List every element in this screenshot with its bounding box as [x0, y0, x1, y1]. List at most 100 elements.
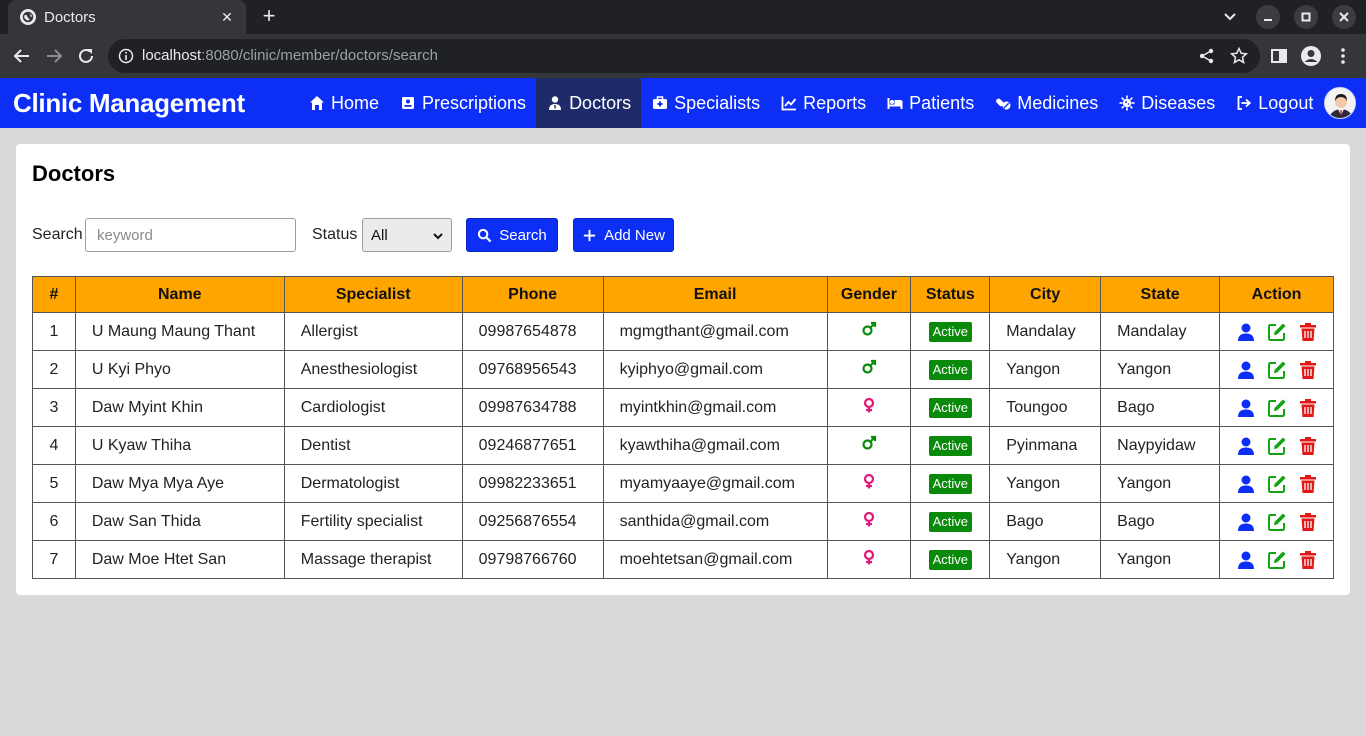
- edit-icon[interactable]: [1267, 550, 1287, 570]
- col-header-city: City: [989, 276, 1102, 313]
- new-tab-button[interactable]: +: [258, 5, 280, 28]
- nav-item-prescriptions[interactable]: Prescriptions: [389, 78, 536, 128]
- status-select[interactable]: All: [362, 218, 452, 252]
- table-row: 2U Kyi Phyo Anesthesiologist 09768956543 ky…: [32, 350, 1334, 389]
- cell-state: Bago: [1100, 502, 1221, 541]
- view-user-icon[interactable]: [1236, 398, 1256, 418]
- address-bar[interactable]: localhost:8080/clinic/member/doctors/sea…: [108, 39, 1260, 73]
- col-header-state: State: [1100, 276, 1221, 313]
- nav-item-specialists[interactable]: Specialists: [641, 78, 770, 128]
- nav-item-logout[interactable]: Logout: [1225, 78, 1323, 128]
- view-user-icon[interactable]: [1236, 474, 1256, 494]
- cell-email: kyiphyo@gmail.com: [602, 350, 828, 389]
- reload-icon[interactable]: [74, 44, 98, 68]
- cell-phone: 09256876554: [461, 502, 604, 541]
- status-badge: Active: [928, 549, 972, 570]
- view-user-icon[interactable]: [1236, 322, 1256, 342]
- site-info-icon[interactable]: [118, 48, 134, 64]
- edit-icon[interactable]: [1267, 398, 1287, 418]
- nav-item-label: Prescriptions: [422, 92, 527, 113]
- nav-item-patients[interactable]: Patients: [876, 78, 984, 128]
- delete-trash-icon[interactable]: [1298, 398, 1318, 418]
- cell-specialist: Anesthesiologist: [283, 350, 463, 389]
- minimize-button[interactable]: [1256, 5, 1280, 29]
- share-icon[interactable]: [1198, 47, 1216, 65]
- col-header-status: Status: [910, 276, 991, 313]
- delete-trash-icon[interactable]: [1298, 512, 1318, 532]
- nav-item-medicines[interactable]: Medicines: [984, 78, 1108, 128]
- browser-tabstrip: Doctors ✕ +: [0, 0, 1366, 34]
- cell-phone: 09798766760: [461, 540, 604, 579]
- nav-item-label: Doctors: [569, 92, 632, 113]
- nav-item-home[interactable]: Home: [298, 78, 389, 128]
- col-header-phone: Phone: [461, 276, 604, 313]
- female-icon: [861, 473, 877, 489]
- edit-icon[interactable]: [1267, 474, 1287, 494]
- cell-city: Yangon: [989, 540, 1102, 579]
- delete-trash-icon[interactable]: [1298, 550, 1318, 570]
- edit-icon[interactable]: [1267, 360, 1287, 380]
- doctor-icon: [546, 95, 563, 112]
- close-tab-icon[interactable]: ✕: [218, 9, 236, 26]
- cell-specialist: Fertility specialist: [283, 502, 463, 541]
- cell-status: Active: [910, 426, 991, 465]
- back-arrow-icon[interactable]: [10, 44, 34, 68]
- view-user-icon[interactable]: [1236, 550, 1256, 570]
- menu-kebab-icon[interactable]: [1332, 45, 1354, 67]
- side-panel-icon[interactable]: [1268, 45, 1290, 67]
- delete-trash-icon[interactable]: [1298, 436, 1318, 456]
- bed-icon: [886, 95, 903, 112]
- table-row: 7 Daw Moe Htet San Massage therapist 097987…: [32, 540, 1334, 579]
- status-selected-value: All: [371, 226, 388, 244]
- cell-city: Bago: [989, 502, 1102, 541]
- table-row: 1U Maung Maung Thant Allergist 09987654878…: [32, 312, 1334, 351]
- add-new-button[interactable]: Add New: [573, 218, 674, 252]
- table-row: 5 Daw Mya Mya Aye Dermatologist 09982233651…: [32, 464, 1334, 503]
- edit-icon[interactable]: [1267, 512, 1287, 532]
- cell-status: Active: [910, 312, 991, 351]
- user-avatar[interactable]: [1324, 87, 1356, 119]
- view-user-icon[interactable]: [1236, 512, 1256, 532]
- tab-search-icon[interactable]: [1220, 7, 1240, 27]
- cell-phone: 09768956543: [461, 350, 604, 389]
- table-row: 4U Kyaw Thiha Dentist 09246877651 kyawthiha…: [32, 426, 1334, 465]
- cell-name: Daw Mya Mya Aye: [74, 464, 285, 503]
- cell-phone: 09987654878: [461, 312, 604, 351]
- nav-item-label: Home: [331, 92, 380, 113]
- delete-trash-icon[interactable]: [1298, 322, 1318, 342]
- cell-city: Yangon: [989, 464, 1102, 503]
- maximize-button[interactable]: [1294, 5, 1318, 29]
- nav-menu: Home Prescriptions Doctors Specialists R…: [298, 78, 1323, 128]
- cell-gender: [826, 540, 912, 579]
- cell-number: 3: [32, 388, 76, 427]
- cell-city: Yangon: [989, 350, 1102, 389]
- browser-tab[interactable]: Doctors ✕: [8, 0, 246, 34]
- home-icon: [308, 95, 325, 112]
- cell-name: Daw San Thida: [74, 502, 285, 541]
- close-window-button[interactable]: [1332, 5, 1356, 29]
- view-user-icon[interactable]: [1236, 436, 1256, 456]
- search-input[interactable]: [85, 218, 296, 252]
- nav-item-reports[interactable]: Reports: [770, 78, 876, 128]
- cell-email: santhida@gmail.com: [602, 502, 828, 541]
- view-user-icon[interactable]: [1236, 360, 1256, 380]
- search-button[interactable]: Search: [466, 218, 558, 252]
- nav-item-doctors[interactable]: Doctors: [536, 78, 642, 128]
- nav-item-diseases[interactable]: Diseases: [1108, 78, 1225, 128]
- cell-status: Active: [910, 540, 991, 579]
- delete-trash-icon[interactable]: [1298, 360, 1318, 380]
- delete-trash-icon[interactable]: [1298, 474, 1318, 494]
- bookmark-star-icon[interactable]: [1229, 46, 1249, 65]
- search-icon: [478, 228, 492, 242]
- cell-name: U Maung Maung Thant: [74, 312, 285, 351]
- table-row: 3 Daw Myint Khin Cardiologist 09987634788 my…: [32, 388, 1334, 427]
- brand-title[interactable]: Clinic Management: [13, 88, 245, 119]
- nav-item-label: Patients: [909, 92, 975, 113]
- cell-state: Yangon: [1100, 350, 1221, 389]
- edit-icon[interactable]: [1267, 322, 1287, 342]
- profile-icon[interactable]: [1300, 45, 1322, 67]
- forward-arrow-icon[interactable]: [42, 44, 66, 68]
- edit-icon[interactable]: [1267, 436, 1287, 456]
- cell-actions: [1219, 464, 1334, 503]
- col-header-action: Action: [1219, 276, 1334, 313]
